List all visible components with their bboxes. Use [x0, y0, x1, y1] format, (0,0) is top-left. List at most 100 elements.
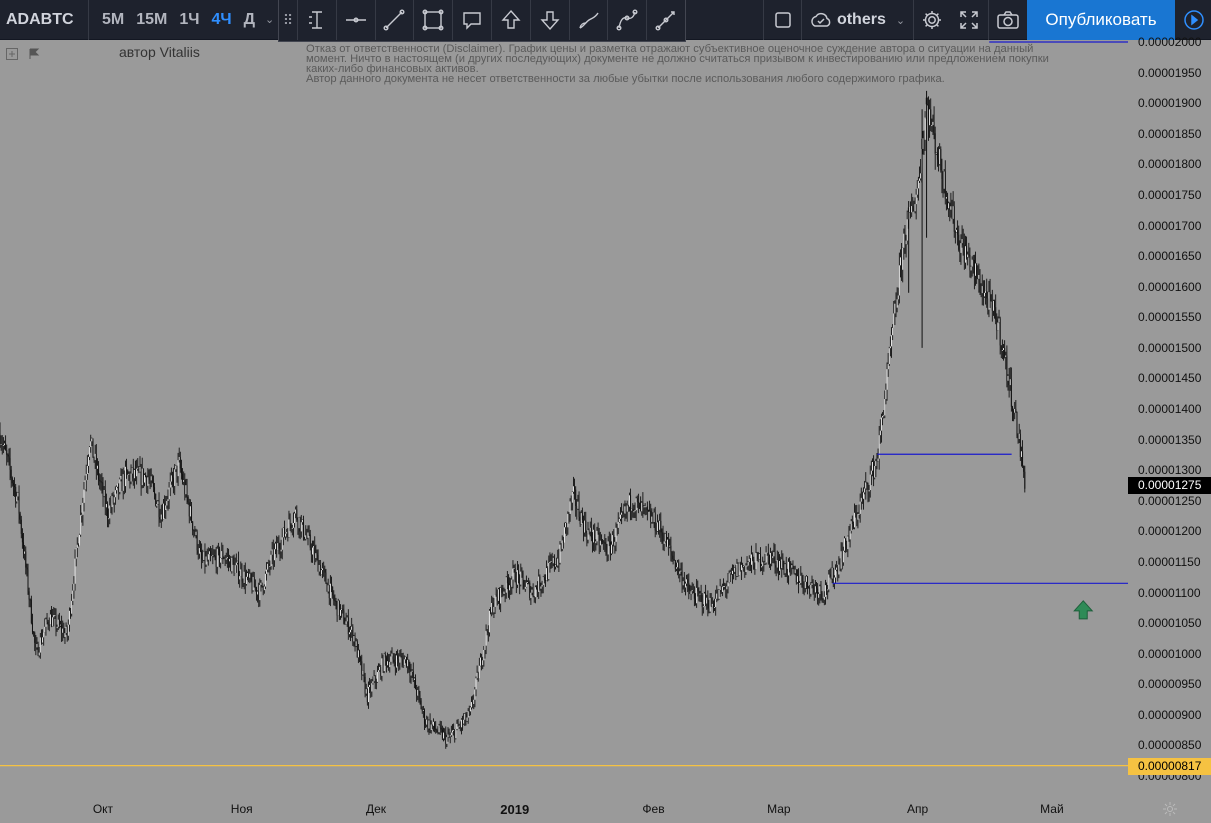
candle-body [490, 610, 492, 613]
interval-5m[interactable]: 5M [96, 0, 130, 40]
interval-1d[interactable]: Д [238, 0, 261, 40]
drag-handle-icon[interactable]: ⠿ [279, 0, 297, 40]
arrow-up-tool[interactable] [490, 0, 530, 40]
candle-body [810, 584, 812, 594]
candle-body [894, 303, 896, 314]
candle-body [176, 465, 178, 477]
candle-body [444, 732, 446, 734]
settings-button[interactable] [914, 0, 950, 40]
candle-body [605, 543, 607, 553]
candle-body [148, 477, 150, 480]
candle-body [107, 504, 109, 519]
candle-body [603, 541, 605, 543]
compare-button[interactable] [764, 0, 801, 40]
horizontal-line-tool[interactable] [335, 0, 375, 40]
interval-4h[interactable]: 4Ч [206, 0, 238, 40]
price-tick-label: 0.00001150 [1138, 554, 1201, 569]
candle-body [392, 653, 394, 660]
price-chart[interactable] [0, 40, 1211, 823]
chevron-down-icon[interactable]: ⌄ [261, 0, 278, 40]
layout-selector[interactable]: others ⌄ [802, 0, 912, 40]
time-axis[interactable]: Окт Ноя Дек 2019 Фев Мар Апр Май [0, 800, 1128, 823]
candle-body [618, 518, 620, 522]
snapshot-button[interactable] [989, 0, 1026, 40]
replay-button[interactable] [1176, 0, 1211, 40]
candle-body [609, 541, 611, 554]
publish-button[interactable]: Опубликовать [1027, 0, 1175, 40]
interval-1h[interactable]: 1Ч [173, 0, 205, 40]
interval-15m[interactable]: 15M [130, 0, 173, 40]
candle-body [886, 369, 888, 390]
fullscreen-button[interactable] [951, 0, 987, 40]
candle-body [192, 521, 194, 531]
candle-body [729, 572, 731, 574]
candle-body [26, 567, 28, 570]
price-axis[interactable]: 0.00002000 0.00001950 0.00001900 0.00001850… [1128, 35, 1211, 800]
candle-body [19, 513, 21, 520]
candle-body [537, 588, 539, 592]
candle-body [515, 581, 517, 585]
trend-line-tool[interactable] [374, 0, 414, 40]
candle-body [295, 509, 297, 514]
candle-body [23, 542, 25, 554]
candle-body [932, 121, 934, 125]
price-tick-label: 0.00001450 [1138, 371, 1202, 386]
candle-body [473, 699, 475, 704]
candle-body [572, 486, 574, 492]
candle-body [915, 194, 917, 205]
candle-body [35, 642, 37, 648]
candle-body [167, 499, 169, 501]
candle-body [828, 574, 830, 590]
candle-body [745, 565, 747, 573]
candle-body [655, 530, 657, 532]
candle-body [111, 496, 113, 508]
candle-body [888, 348, 890, 365]
candle-body [225, 558, 227, 560]
candle-body [249, 573, 251, 578]
candle-body [878, 435, 880, 459]
candle-body [459, 725, 461, 728]
candle-body [989, 292, 991, 295]
candle-body [89, 447, 91, 457]
candle-body [552, 557, 554, 564]
candle-body [652, 516, 654, 523]
candle-body [55, 615, 57, 629]
candle-body [141, 468, 143, 486]
candle-body [122, 474, 124, 491]
ray-tool[interactable] [646, 0, 685, 40]
candle-body [434, 721, 436, 729]
candle-body [254, 587, 256, 589]
path-tool[interactable] [607, 0, 646, 40]
brush-tool[interactable] [568, 0, 608, 40]
callout-tool[interactable] [452, 0, 491, 40]
candle-body [520, 571, 522, 585]
candle-body [83, 489, 85, 503]
plus-box-icon[interactable] [6, 48, 18, 60]
candle-body [924, 117, 926, 140]
symbol-name[interactable]: ADABTC [6, 0, 74, 40]
candle-body [7, 454, 9, 457]
candle-body [371, 683, 373, 692]
rectangle-tool[interactable] [413, 0, 452, 40]
candle-body [242, 581, 244, 584]
candle-body [379, 666, 381, 671]
gear-icon[interactable] [1162, 801, 1178, 817]
candle-body [553, 557, 555, 567]
candle-body [642, 502, 644, 508]
price-range-tool[interactable] [296, 0, 336, 40]
candle-body [904, 233, 906, 245]
candle-body [280, 549, 282, 552]
candle-body [700, 593, 702, 596]
flag-icon[interactable] [28, 48, 40, 60]
candle-body [773, 552, 775, 557]
candle-body [33, 632, 35, 634]
candle-body [413, 678, 415, 680]
candle-body [1008, 375, 1010, 386]
candle-body [622, 512, 624, 514]
candle-body [544, 580, 546, 581]
candle-body [326, 583, 328, 592]
candle-body [168, 487, 170, 500]
candle-body [188, 502, 190, 517]
arrow-down-tool[interactable] [529, 0, 569, 40]
candle-body [11, 478, 13, 484]
